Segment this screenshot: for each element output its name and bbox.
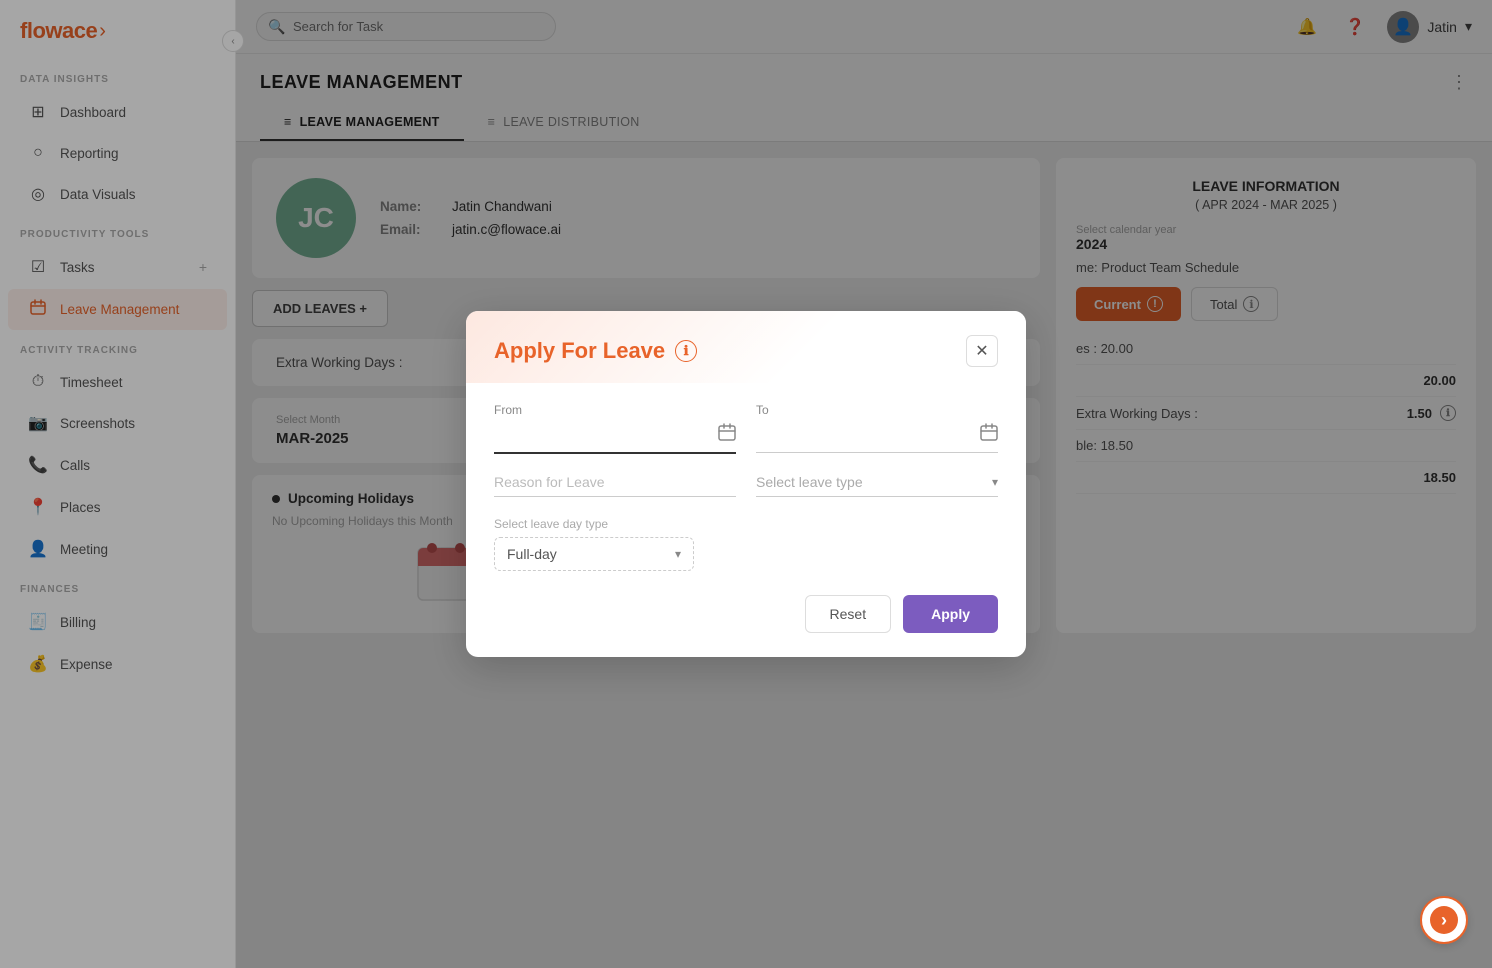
to-input-wrap (756, 423, 998, 453)
modal-footer: Reset Apply (494, 595, 998, 633)
flowace-fab[interactable]: › (1420, 896, 1468, 944)
leave-type-field: Select leave type ▾ (756, 474, 998, 497)
to-calendar-icon[interactable] (980, 423, 998, 446)
day-type-chevron-icon: ▾ (675, 547, 681, 561)
day-type-select[interactable]: Full-day Half-day (507, 546, 675, 562)
from-field: From (494, 403, 736, 454)
reset-button[interactable]: Reset (805, 595, 892, 633)
leave-type-chevron-icon: ▾ (992, 475, 998, 489)
modal-title-text: Apply For Leave (494, 338, 665, 364)
leave-type-select[interactable]: Select leave type (756, 474, 992, 490)
modal-title: Apply For Leave ℹ (494, 338, 697, 364)
date-row: From To (494, 403, 998, 454)
from-input-wrap (494, 423, 736, 454)
apply-leave-modal: Apply For Leave ℹ ✕ From (466, 311, 1026, 657)
modal-body: From To (466, 383, 1026, 657)
to-label: To (756, 403, 998, 417)
day-type-wrap: Full-day Half-day ▾ (494, 537, 694, 571)
modal-info-icon: ℹ (675, 340, 697, 362)
leave-type-wrap: Select leave type ▾ (756, 474, 998, 497)
from-input[interactable] (494, 427, 718, 443)
apply-label: Apply (931, 606, 970, 622)
modal-header: Apply For Leave ℹ ✕ (466, 311, 1026, 383)
modal-overlay[interactable]: Apply For Leave ℹ ✕ From (0, 0, 1492, 968)
from-calendar-icon[interactable] (718, 423, 736, 446)
to-field: To (756, 403, 998, 454)
apply-button[interactable]: Apply (903, 595, 998, 633)
day-type-section: Select leave day type Full-day Half-day … (494, 517, 998, 571)
modal-close-btn[interactable]: ✕ (966, 335, 998, 367)
from-label: From (494, 403, 736, 417)
fab-icon: › (1430, 906, 1458, 934)
reason-input-wrap (494, 474, 736, 497)
day-type-label: Select leave day type (494, 517, 998, 531)
reset-label: Reset (830, 606, 867, 622)
reason-field (494, 474, 736, 497)
reason-input[interactable] (494, 474, 736, 490)
close-icon: ✕ (975, 341, 988, 361)
reason-row: Select leave type ▾ (494, 474, 998, 497)
to-input[interactable] (756, 427, 980, 443)
